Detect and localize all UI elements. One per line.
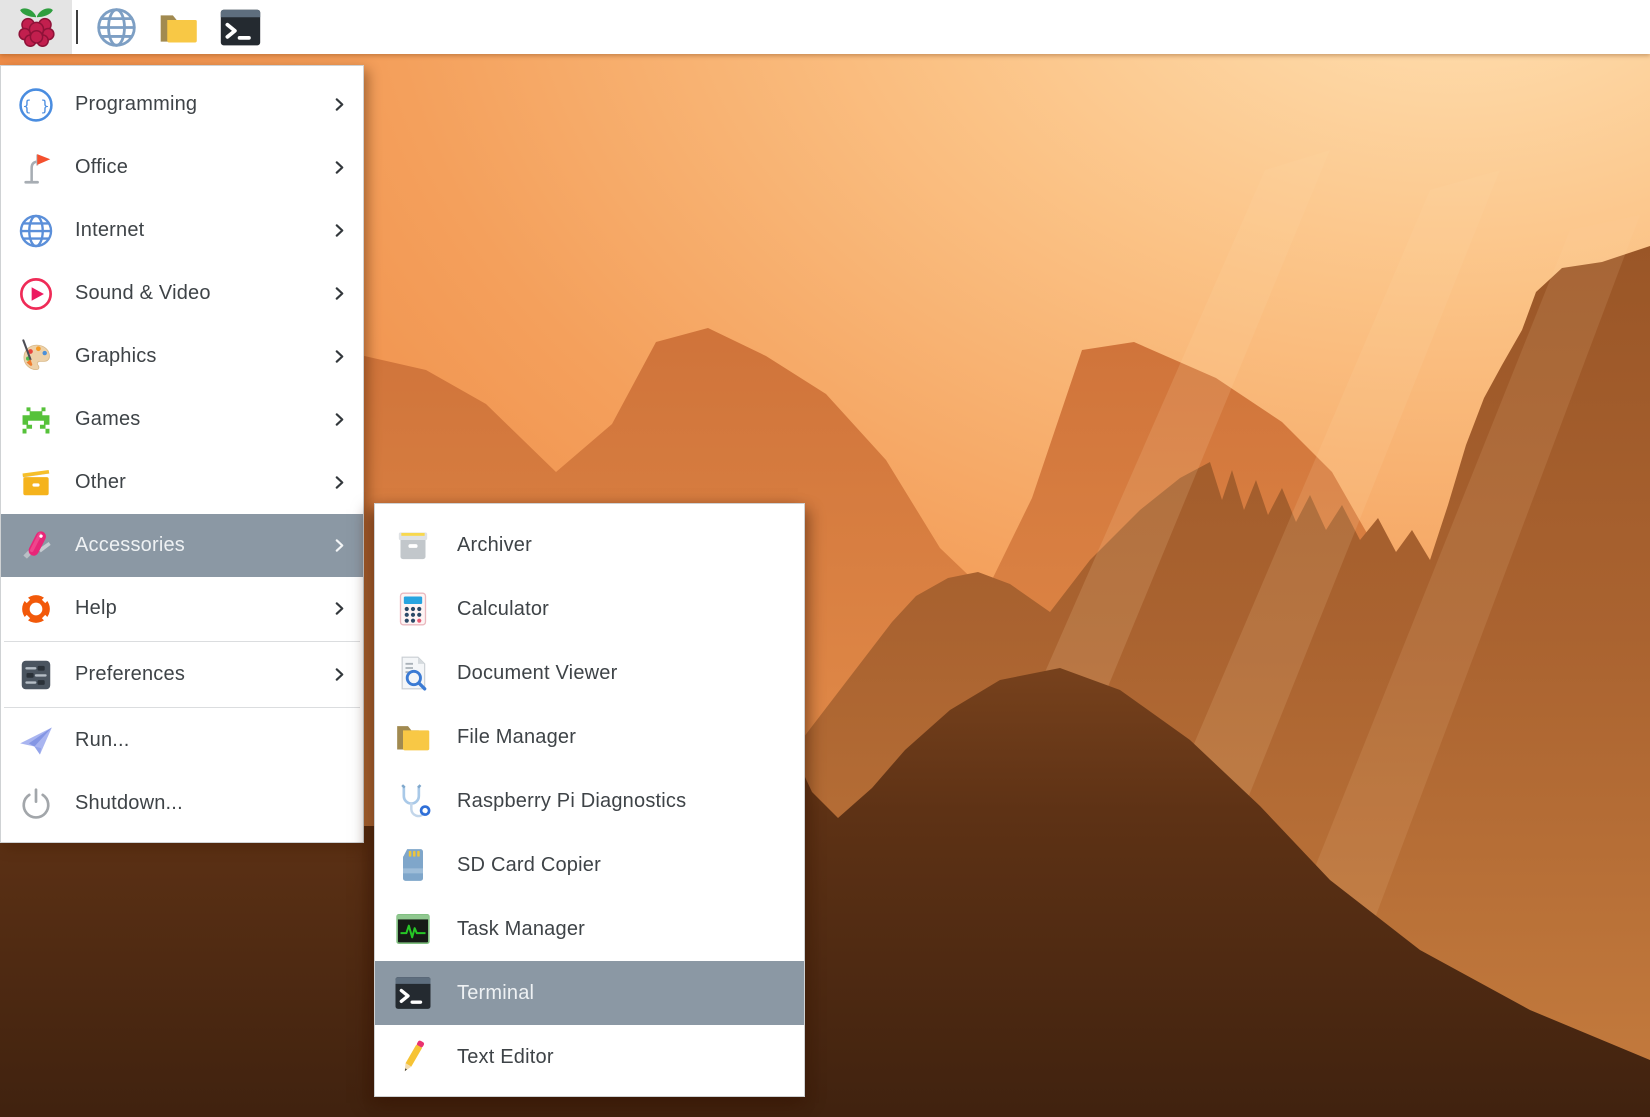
- space-invader-icon: [17, 401, 55, 439]
- menu-item-label: SD Card Copier: [457, 853, 601, 876]
- menu-item-label: Preferences: [75, 663, 186, 685]
- menu-item-label: Document Viewer: [457, 661, 618, 684]
- menu-item-label: Internet: [75, 219, 145, 241]
- pencil-icon: [393, 1037, 433, 1077]
- menu-item-task-manager[interactable]: Task Manager: [375, 897, 804, 961]
- document-search-icon: [393, 653, 433, 693]
- menu-item-label: Graphics: [75, 345, 157, 367]
- chevron-right-icon: [330, 536, 349, 555]
- menu-item-label: Other: [75, 471, 127, 493]
- calculator-icon: [393, 589, 433, 629]
- menu-item-raspberry-pi-diagnostics[interactable]: Raspberry Pi Diagnostics: [375, 769, 804, 833]
- play-circle-icon: [17, 275, 55, 313]
- menu-item-label: Accessories: [75, 534, 186, 556]
- desktop: { } Programming Office Internet Sound & Vide…: [0, 0, 1650, 1117]
- menu-item-sound-video[interactable]: Sound & Video: [1, 262, 363, 325]
- sliders-icon: [17, 656, 55, 694]
- menu-item-run[interactable]: Run...: [1, 709, 363, 772]
- menu-item-games[interactable]: Games: [1, 388, 363, 451]
- terminal-icon: [393, 973, 433, 1013]
- menu-item-label: Archiver: [457, 533, 532, 556]
- globe-icon: [94, 5, 139, 50]
- menu-item-label: Help: [75, 597, 117, 619]
- menu-item-archiver[interactable]: Archiver: [375, 513, 804, 577]
- palette-icon: [17, 338, 55, 376]
- chevron-right-icon: [330, 158, 349, 177]
- chevron-right-icon: [330, 665, 349, 684]
- applications-menu-panel: { } Programming Office Internet Sound & Vide…: [0, 65, 364, 843]
- yellow-box-icon: [17, 464, 55, 502]
- terminal-icon: [218, 5, 263, 50]
- menu-item-label: Text Editor: [457, 1045, 554, 1068]
- svg-text:{ }: { }: [22, 96, 49, 114]
- paper-plane-icon: [17, 722, 55, 760]
- chevron-right-icon: [330, 221, 349, 240]
- chevron-right-icon: [330, 347, 349, 366]
- chevron-right-icon: [330, 410, 349, 429]
- menu-item-label: Office: [75, 156, 129, 178]
- menu-item-other[interactable]: Other: [1, 451, 363, 514]
- stethoscope-icon: [393, 781, 433, 821]
- menu-separator: [4, 641, 360, 642]
- taskbar-separator: [76, 10, 78, 44]
- menu-item-label: Sound & Video: [75, 282, 211, 304]
- menu-item-graphics[interactable]: Graphics: [1, 325, 363, 388]
- swiss-army-knife-icon: [17, 527, 55, 565]
- menu-item-preferences[interactable]: Preferences: [1, 643, 363, 706]
- chevron-right-icon: [330, 599, 349, 618]
- menu-item-accessories[interactable]: Accessories: [1, 514, 363, 577]
- menu-item-label: File Manager: [457, 725, 577, 748]
- menu-item-label: Games: [75, 408, 141, 430]
- chevron-right-icon: [330, 284, 349, 303]
- folder-icon: [393, 717, 433, 757]
- menu-item-text-editor[interactable]: Text Editor: [375, 1025, 804, 1089]
- menu-item-document-viewer[interactable]: Document Viewer: [375, 641, 804, 705]
- braces-circle-icon: { }: [17, 86, 55, 124]
- menu-item-label: Terminal: [457, 981, 535, 1004]
- menu-item-label: Calculator: [457, 597, 550, 620]
- menu-separator: [4, 707, 360, 708]
- menu-item-terminal[interactable]: Terminal: [375, 961, 804, 1025]
- menu-item-label: Programming: [75, 93, 198, 115]
- menu-item-file-manager[interactable]: File Manager: [375, 705, 804, 769]
- menu-item-label: Raspberry Pi Diagnostics: [457, 789, 687, 812]
- internet-globe-icon: [17, 212, 55, 250]
- web-browser-button[interactable]: [85, 0, 147, 54]
- taskbar: [0, 0, 1650, 54]
- desk-lamp-icon: [17, 149, 55, 187]
- lifebuoy-icon: [17, 590, 55, 628]
- menu-item-internet[interactable]: Internet: [1, 199, 363, 262]
- chevron-right-icon: [330, 95, 349, 114]
- menu-item-label: Run...: [75, 729, 130, 751]
- accessories-submenu-panel: Archiver Calculator Document Viewer File Ma…: [374, 503, 805, 1097]
- file-manager-button[interactable]: [147, 0, 209, 54]
- power-icon: [17, 785, 55, 823]
- menu-item-help[interactable]: Help: [1, 577, 363, 640]
- applications-menu-button[interactable]: [0, 0, 72, 54]
- menu-item-programming[interactable]: { } Programming: [1, 73, 363, 136]
- archive-box-icon: [393, 525, 433, 565]
- terminal-button[interactable]: [209, 0, 271, 54]
- menu-item-label: Task Manager: [457, 917, 586, 940]
- menu-item-sd-card-copier[interactable]: SD Card Copier: [375, 833, 804, 897]
- menu-item-label: Shutdown...: [75, 792, 183, 814]
- chevron-right-icon: [330, 473, 349, 492]
- raspberry-icon: [14, 5, 59, 50]
- task-monitor-icon: [393, 909, 433, 949]
- menu-item-shutdown[interactable]: Shutdown...: [1, 772, 363, 835]
- menu-item-office[interactable]: Office: [1, 136, 363, 199]
- folder-icon: [156, 5, 201, 50]
- sd-card-icon: [393, 845, 433, 885]
- menu-item-calculator[interactable]: Calculator: [375, 577, 804, 641]
